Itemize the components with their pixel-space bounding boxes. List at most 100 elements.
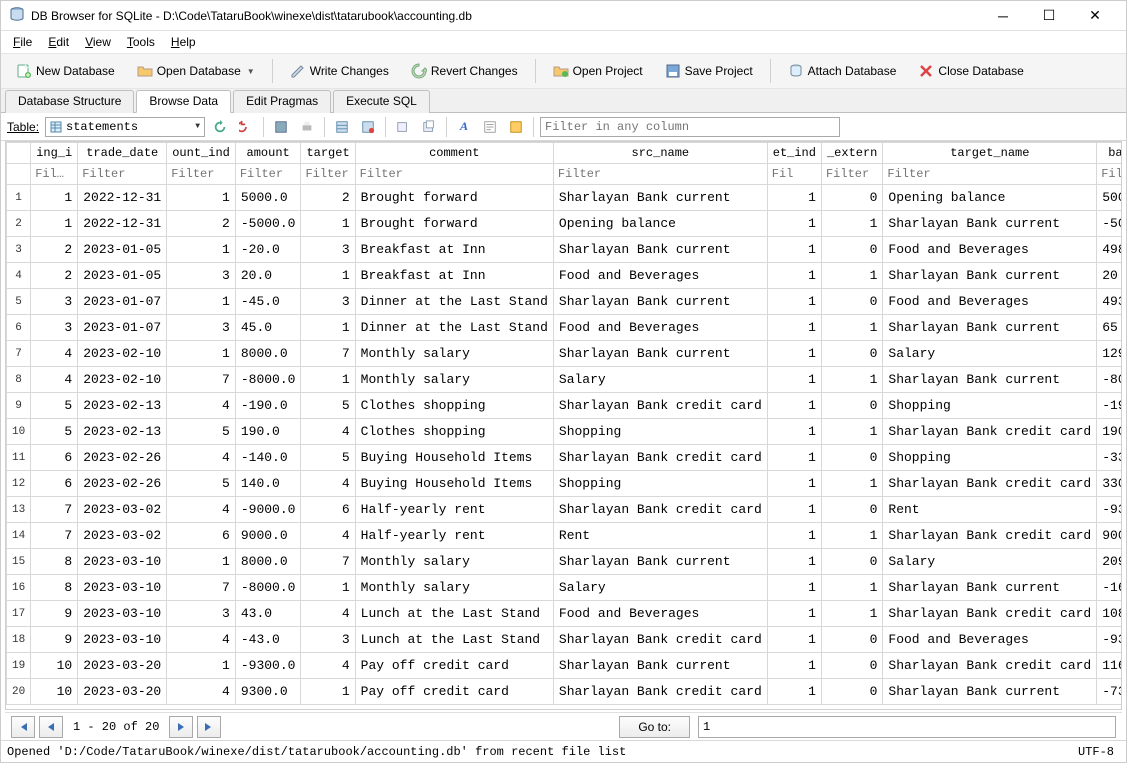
row-number[interactable]: 10 (7, 419, 31, 445)
row-number[interactable]: 14 (7, 523, 31, 549)
cell-ing[interactable]: 1 (31, 185, 78, 211)
cell-src[interactable]: Sharlayan Bank current (553, 237, 767, 263)
cell-ing[interactable]: 1 (31, 211, 78, 237)
cell-target[interactable]: 1 (301, 679, 355, 705)
cell-tn[interactable]: Sharlayan Bank credit card (883, 419, 1097, 445)
cell-comment[interactable]: Lunch at the Last Stand (355, 627, 553, 653)
table-row[interactable]: 1682023-03-107-8000.01Monthly salarySala… (7, 575, 1123, 601)
cell-target[interactable]: 4 (301, 471, 355, 497)
save-filter-button[interactable] (270, 116, 292, 138)
cell-ing[interactable]: 4 (31, 341, 78, 367)
filter-any-input[interactable] (540, 117, 840, 137)
cell-ex[interactable]: 0 (821, 445, 882, 471)
cell-tn[interactable]: Shopping (883, 445, 1097, 471)
row-number[interactable]: 7 (7, 341, 31, 367)
cell-date[interactable]: 2023-03-20 (78, 653, 167, 679)
cell-comment[interactable]: Buying Household Items (355, 471, 553, 497)
cell-date[interactable]: 2023-01-05 (78, 263, 167, 289)
cell-oi[interactable]: 3 (167, 315, 236, 341)
cell-amount[interactable]: -8000.0 (235, 575, 301, 601)
cell-ei[interactable]: 1 (767, 237, 821, 263)
cell-tn[interactable]: Food and Beverages (883, 289, 1097, 315)
cell-tn[interactable]: Sharlayan Bank credit card (883, 471, 1097, 497)
row-number[interactable]: 2 (7, 211, 31, 237)
cell-comment[interactable]: Brought forward (355, 185, 553, 211)
row-number[interactable]: 12 (7, 471, 31, 497)
cell-oi[interactable]: 7 (167, 575, 236, 601)
filter-tn[interactable] (883, 164, 1096, 184)
menu-help[interactable]: Help (165, 33, 202, 51)
cell-balance[interactable]: 4980.0 (1097, 237, 1122, 263)
table-row[interactable]: 952023-02-134-190.05Clothes shoppingShar… (7, 393, 1123, 419)
cell-ex[interactable]: 1 (821, 367, 882, 393)
cell-tn[interactable]: Sharlayan Bank current (883, 211, 1097, 237)
cell-date[interactable]: 2023-02-10 (78, 341, 167, 367)
cell-date[interactable]: 2023-01-07 (78, 289, 167, 315)
cell-date[interactable]: 2022-12-31 (78, 185, 167, 211)
cell-target[interactable]: 7 (301, 549, 355, 575)
cell-ei[interactable]: 1 (767, 653, 821, 679)
cell-comment[interactable]: Buying Household Items (355, 445, 553, 471)
cell-ei[interactable]: 1 (767, 445, 821, 471)
cell-ing[interactable]: 5 (31, 393, 78, 419)
filter-oi[interactable] (167, 164, 235, 184)
cell-oi[interactable]: 1 (167, 185, 236, 211)
tab-pragmas[interactable]: Edit Pragmas (233, 90, 331, 113)
close-button[interactable]: ✕ (1072, 1, 1118, 31)
table-row[interactable]: 742023-02-1018000.07Monthly salarySharla… (7, 341, 1123, 367)
cell-oi[interactable]: 4 (167, 497, 236, 523)
cell-comment[interactable]: Clothes shopping (355, 393, 553, 419)
table-row[interactable]: 1052023-02-135190.04Clothes shoppingShop… (7, 419, 1123, 445)
insert-record-button[interactable] (392, 116, 414, 138)
cell-ing[interactable]: 8 (31, 575, 78, 601)
row-number[interactable]: 3 (7, 237, 31, 263)
cell-amount[interactable]: -190.0 (235, 393, 301, 419)
cell-balance[interactable]: -16000.0 (1097, 575, 1122, 601)
cell-ing[interactable]: 7 (31, 497, 78, 523)
cell-src[interactable]: Salary (553, 367, 767, 393)
cell-ei[interactable]: 1 (767, 289, 821, 315)
cell-balance[interactable]: -8000.0 (1097, 367, 1122, 393)
cell-balance[interactable]: -330.0 (1097, 445, 1122, 471)
new-database-button[interactable]: New Database (7, 58, 124, 84)
row-number[interactable]: 9 (7, 393, 31, 419)
cell-date[interactable]: 2023-02-26 (78, 445, 167, 471)
cell-ing[interactable]: 9 (31, 601, 78, 627)
table-row[interactable]: 842023-02-107-8000.01Monthly salarySalar… (7, 367, 1123, 393)
font-italic-button[interactable]: A (453, 116, 475, 138)
delete-record-button[interactable] (357, 116, 379, 138)
table-row[interactable]: 1472023-03-0269000.04Half-yearly rentRen… (7, 523, 1123, 549)
col-target[interactable]: target (301, 143, 355, 164)
filter-bal[interactable] (1097, 164, 1122, 184)
cell-ei[interactable]: 1 (767, 341, 821, 367)
clear-filters-button[interactable] (235, 116, 257, 138)
col-src-name[interactable]: src_name (553, 143, 767, 164)
cell-ei[interactable]: 1 (767, 679, 821, 705)
cell-ei[interactable]: 1 (767, 393, 821, 419)
cell-balance[interactable]: 12935.0 (1097, 341, 1122, 367)
new-record-button[interactable] (331, 116, 353, 138)
row-number[interactable]: 16 (7, 575, 31, 601)
col-extern[interactable]: _extern (821, 143, 882, 164)
save-project-button[interactable]: Save Project (656, 58, 762, 84)
prev-page-button[interactable] (39, 716, 63, 738)
cell-amount[interactable]: -9000.0 (235, 497, 301, 523)
cell-balance[interactable]: 4935.0 (1097, 289, 1122, 315)
cell-ex[interactable]: 1 (821, 523, 882, 549)
cell-balance[interactable]: 65.0 (1097, 315, 1122, 341)
cell-date[interactable]: 2023-02-13 (78, 419, 167, 445)
cell-ex[interactable]: 1 (821, 263, 882, 289)
cell-balance[interactable]: -5000.0 (1097, 211, 1122, 237)
cell-ing[interactable]: 5 (31, 419, 78, 445)
table-row[interactable]: 322023-01-051-20.03Breakfast at InnSharl… (7, 237, 1123, 263)
col-ing[interactable]: ing_i (31, 143, 78, 164)
cell-ex[interactable]: 0 (821, 549, 882, 575)
print-button[interactable] (296, 116, 318, 138)
cell-ex[interactable]: 0 (821, 289, 882, 315)
cell-src[interactable]: Opening balance (553, 211, 767, 237)
cell-amount[interactable]: 140.0 (235, 471, 301, 497)
cell-amount[interactable]: -140.0 (235, 445, 301, 471)
table-row[interactable]: 1892023-03-104-43.03Lunch at the Last St… (7, 627, 1123, 653)
cell-comment[interactable]: Dinner at the Last Stand (355, 315, 553, 341)
cell-ex[interactable]: 1 (821, 601, 882, 627)
